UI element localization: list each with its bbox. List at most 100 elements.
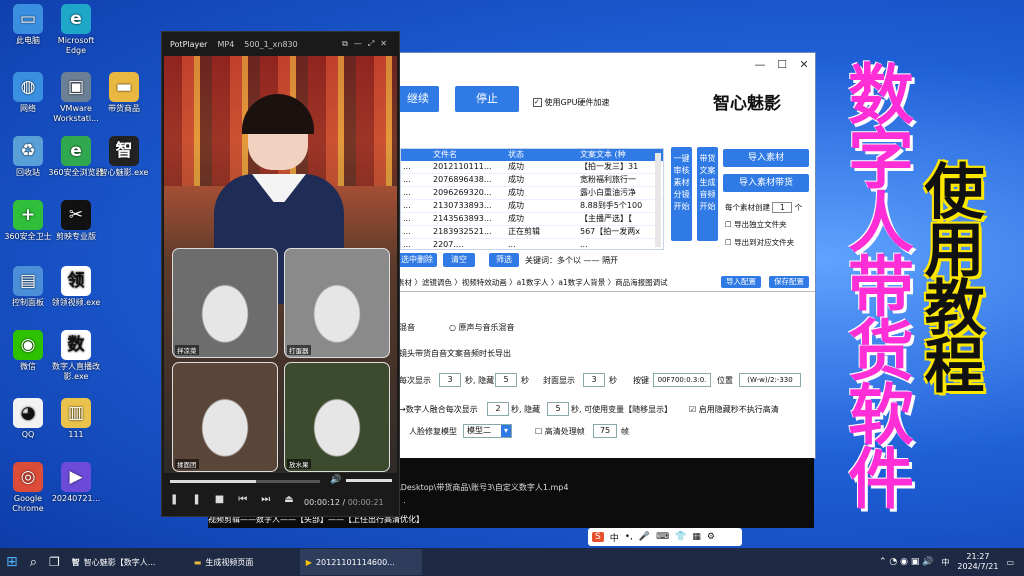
table-row[interactable]: ... 2183932521... 正在剪辑 567【拍一发两x	[401, 226, 663, 239]
volume-slider[interactable]	[346, 479, 392, 482]
clock[interactable]: 21:27 2024/7/21	[957, 552, 998, 572]
security-360-icon: +	[13, 200, 43, 230]
ime-item[interactable]: S	[592, 532, 604, 542]
keyword-field[interactable]: 关键词：多个以 —— 隔开	[525, 255, 618, 266]
per-group-unit: 个	[794, 203, 803, 212]
desktop-icon-zhixin-app[interactable]: 智智心魅影.exe	[96, 136, 152, 178]
ime-item[interactable]: 👕	[675, 532, 686, 542]
archive-icon: ▥	[61, 398, 91, 428]
stop-icon[interactable]: ■	[215, 494, 238, 505]
taskbar-app-folder[interactable]: ▬ 生成视频页面	[188, 549, 300, 575]
copy-audio-start-button[interactable]: 带货文案生成音频开始	[697, 147, 718, 241]
clear-button[interactable]: 清空	[443, 253, 475, 267]
mix-option[interactable]: 混音	[399, 322, 415, 333]
desktop-icon-video-file[interactable]: ▶ 20240721...	[48, 462, 104, 504]
ime-item[interactable]: ⚙	[707, 532, 715, 542]
face-model-select[interactable]: 模型二 ▾	[463, 424, 512, 438]
table-cell: 2130733893...	[433, 201, 492, 210]
taskbar-app-potplayer[interactable]: ▶ 20121101114600...	[299, 549, 422, 575]
key-label: 按键	[633, 376, 649, 385]
video-file-icon: ▶	[61, 462, 91, 492]
video-thumbnail: 放水果	[284, 362, 390, 472]
playback-buttons[interactable]: ❚❚■⏮⏭⏏	[170, 494, 308, 505]
display-seconds-input[interactable]: 3	[439, 373, 461, 387]
desktop-icon-folder[interactable]: ▬ 带货商品	[96, 72, 152, 114]
taskbar-app-zhixin[interactable]: 智智心魅影【数字人...	[66, 549, 188, 575]
per-group-input[interactable]: 1	[772, 202, 793, 213]
fusion-seconds-input[interactable]: 2	[487, 402, 509, 416]
task-view-icon[interactable]: ❐	[43, 549, 66, 575]
start-button[interactable]: ⊞	[0, 549, 24, 575]
table-cell: 2183932521...	[433, 227, 492, 236]
notification-icon[interactable]: ▭	[1006, 558, 1014, 567]
desktop-icon-shuzi-app[interactable]: 数数字人直播改影.exe	[48, 330, 104, 382]
save-config-button[interactable]: 保存配置	[769, 276, 809, 288]
minimize-icon[interactable]: —	[749, 58, 771, 71]
position-input[interactable]: (W-w)/2:-330	[739, 373, 801, 387]
key-input[interactable]: 00F700:0.3:0.	[653, 373, 711, 387]
ime-item[interactable]: ⌨	[656, 532, 669, 542]
import-config-button[interactable]: 导入配置	[721, 276, 761, 288]
next-icon[interactable]: ⏭	[261, 494, 284, 505]
player-window-controls[interactable]: ⧉—⤢✕	[342, 39, 399, 49]
fusion-hide-input[interactable]: 5	[547, 402, 569, 416]
table-scrollbar[interactable]	[655, 153, 661, 247]
ime-toolbar[interactable]: S 中 •, 🎤 ⌨ 👕 ▦ ⚙	[588, 528, 742, 546]
table-row[interactable]: ... 2076896438... 成功 宽粉福利旅行一	[401, 174, 663, 187]
gpu-checkbox[interactable]: ✓ 使用GPU硬件加速	[533, 97, 609, 108]
import-material-button[interactable]: 导入素材	[723, 149, 809, 167]
table-cell: ...	[403, 175, 411, 184]
ime-item[interactable]: 🎤	[639, 532, 650, 542]
pause-icon[interactable]: ❚❚	[170, 494, 215, 505]
desktop-icon-ling-app[interactable]: 领领领视频.exe	[48, 266, 104, 308]
table-cell: 2012110111...	[433, 162, 492, 171]
close-icon[interactable]: ✕	[793, 58, 815, 71]
import-goods-button[interactable]: 导入素材带货	[723, 174, 809, 192]
time-current: 00:00:12	[304, 498, 340, 507]
hide-label: 秒, 隐藏	[465, 376, 495, 385]
hide-seconds-input[interactable]: 5	[495, 373, 517, 387]
origin-mix-radio[interactable]: ○ 原声与音乐混音	[449, 322, 515, 333]
desktop-icon-capcut[interactable]: ✂ 剪映专业版	[48, 200, 104, 242]
delete-selected-button[interactable]: 选中删除	[397, 253, 437, 267]
control-panel-icon: ▤	[13, 266, 43, 296]
window-controls: — ☐ ✕	[397, 53, 815, 75]
display-label: 每次显示	[399, 376, 431, 385]
table-cell: ...	[580, 240, 588, 249]
filter-button[interactable]: 筛选	[489, 253, 519, 267]
maximize-icon[interactable]: ☐	[771, 58, 793, 71]
desktop-icon-archive[interactable]: ▥ 111	[48, 398, 104, 440]
computer-icon: ▭	[13, 4, 43, 34]
clock-date: 2024/7/21	[957, 562, 999, 571]
search-icon[interactable]: ⌕	[24, 549, 43, 575]
export-single-checkbox[interactable]: ☐ 导出独立文件夹	[725, 219, 787, 230]
table-row[interactable]: ... 2207..........	[401, 239, 663, 249]
ime-item[interactable]: ▦	[692, 532, 701, 542]
language-indicator[interactable]: 中	[941, 557, 949, 568]
table-row[interactable]: ... 2096269320... 成功 露小白重油污净	[401, 187, 663, 200]
desktop-icon-edge[interactable]: e Microsoft Edge	[48, 4, 104, 56]
hide-label: 秒, 隐藏	[511, 405, 541, 414]
ime-item[interactable]: 中	[610, 531, 619, 544]
player-format: MP4	[217, 39, 235, 49]
table-row[interactable]: ... 2143563893... 成功 【主播严选】【	[401, 213, 663, 226]
stop-button[interactable]: 停止	[455, 86, 519, 112]
video-frame[interactable]: 拌凉菜 打蛋器 揉面团 放水果	[164, 56, 397, 473]
ime-item[interactable]: •,	[625, 532, 633, 542]
hd-frame-input[interactable]: 75	[593, 424, 617, 438]
cover-seconds-input[interactable]: 3	[583, 373, 605, 387]
table-row[interactable]: ... 2130733893... 成功 8.88到手5个100	[401, 200, 663, 213]
hd-frame-checkbox[interactable]: ☐ 高清处理帧	[535, 426, 585, 437]
table-cell: 露小白重油污净	[580, 188, 636, 197]
hide-hd-checkbox[interactable]: ☑ 启用隐藏秒不执行高清	[689, 404, 779, 415]
volume-icon[interactable]: 🔊	[330, 475, 341, 485]
cover-label: 封面显示	[543, 376, 575, 385]
seek-bar[interactable]	[170, 480, 320, 483]
prev-icon[interactable]: ⏮	[238, 494, 261, 505]
audit-start-button[interactable]: 一键审核素材分镜开始	[671, 147, 692, 241]
table-cell: 成功	[508, 175, 524, 184]
continue-button[interactable]: 继续	[397, 86, 439, 112]
table-row[interactable]: ... 2012110111... 成功 【拍一发三】31	[401, 161, 663, 174]
export-dir-checkbox[interactable]: ☐ 导出到对应文件夹	[725, 237, 794, 248]
tray-icons[interactable]: ⌃ ◔ ◉ ▣ 🔊	[879, 557, 933, 567]
